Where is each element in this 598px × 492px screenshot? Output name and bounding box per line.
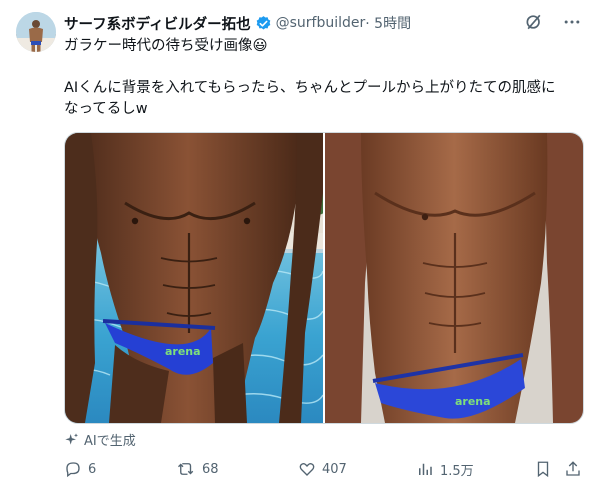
bookmark-icon <box>537 461 549 478</box>
grok-icon[interactable] <box>524 12 544 32</box>
like-button[interactable]: 407 <box>298 457 347 481</box>
ai-generated-label: AIで生成 <box>64 430 136 449</box>
reply-button[interactable]: 6 <box>64 457 96 481</box>
reply-icon <box>66 462 80 478</box>
sparkle-icon <box>65 432 78 445</box>
swimwear-brand-right: arena <box>455 395 491 408</box>
verified-badge-icon <box>255 15 272 32</box>
timestamp[interactable]: · 5時間 <box>365 13 411 33</box>
bookmark-button[interactable] <box>534 457 558 481</box>
display-name[interactable]: サーフ系ボディビルダー拓也 <box>64 13 251 34</box>
repost-button[interactable]: 68 <box>176 457 219 481</box>
share-button[interactable] <box>564 457 588 481</box>
swimwear-brand-left: arena <box>165 345 201 358</box>
avatar[interactable] <box>16 12 56 52</box>
like-icon <box>299 462 315 476</box>
handle[interactable]: @surfbuilder <box>276 15 366 31</box>
photo-original[interactable]: arena <box>325 133 583 423</box>
repost-count: 68 <box>202 461 219 477</box>
tweet-text: ガラケー時代の待ち受け画像😃 AIくんに背景を入れてもらったら、ちゃんとプールか… <box>64 38 556 117</box>
more-icon[interactable] <box>562 12 582 32</box>
ai-label-text: AIで生成 <box>84 434 136 449</box>
media-grid: arena arena <box>64 132 584 424</box>
views-button[interactable]: 1.5万 <box>416 457 474 481</box>
action-bar: 6 68 407 1.5万 <box>64 457 582 481</box>
like-count: 407 <box>322 461 347 477</box>
tweet-header: サーフ系ボディビルダー拓也 @surfbuilder · 5時間 <box>64 12 582 34</box>
views-icon <box>419 463 432 475</box>
repost-icon <box>178 463 194 475</box>
view-count: 1.5万 <box>440 463 474 479</box>
share-icon <box>566 461 580 476</box>
photo-pool-background[interactable]: arena <box>65 133 323 423</box>
reply-count: 6 <box>88 461 97 477</box>
header-actions <box>524 12 582 32</box>
